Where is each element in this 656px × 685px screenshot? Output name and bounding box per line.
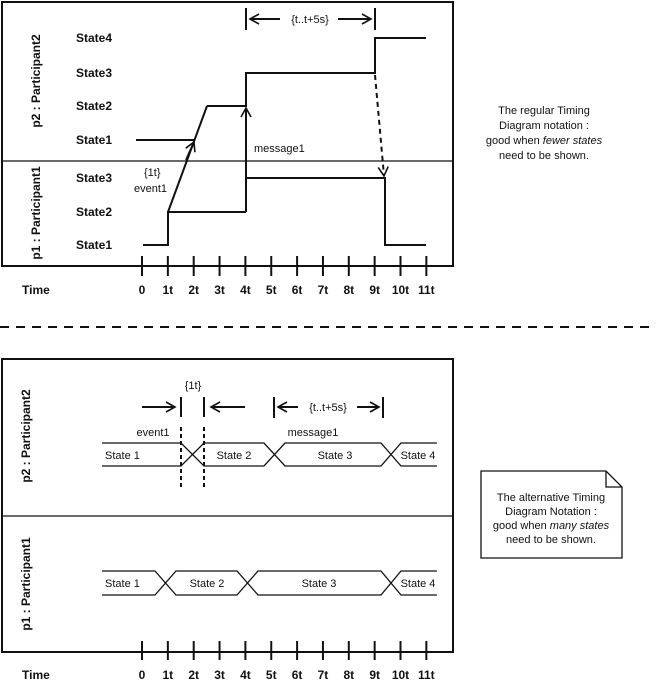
state-label: State1: [76, 238, 112, 252]
note-line: The regular Timing: [498, 105, 590, 117]
note-line: need to be shown.: [506, 534, 596, 546]
time-tick-label: 10t: [392, 668, 409, 682]
time-tick-label: 3t: [214, 283, 225, 297]
state-label: State3: [76, 66, 112, 80]
time-tick-label: 7t: [318, 283, 329, 297]
note-line: good when fewer states: [486, 135, 603, 147]
message1-label: message1: [288, 427, 339, 439]
state-label: State 2: [190, 578, 225, 590]
time-tick-label: 11t: [418, 283, 435, 297]
time-tick-label: 0: [139, 283, 146, 297]
time-tick-label: 6t: [292, 283, 303, 297]
time-tick-label: 6t: [292, 668, 303, 682]
frame: [1, 358, 454, 653]
note-line: need to be shown.: [499, 150, 589, 162]
time-tick-label: 9t: [369, 668, 380, 682]
participant2-label: p2 : Participant2: [19, 389, 33, 483]
p2-state-line: [207, 37, 426, 107]
state-label: State 4: [401, 578, 436, 590]
time-tick-label: 4t: [240, 283, 251, 297]
duration-constraint: {t..t+5s}: [309, 402, 347, 414]
note-line: Diagram Notation :: [505, 506, 597, 518]
state-label: State2: [76, 205, 112, 219]
p1-state-line: [143, 211, 246, 246]
time-tick-label: 5t: [266, 283, 277, 297]
state-label: State 3: [302, 578, 337, 590]
p1-state-lane: [102, 570, 437, 596]
state-label: State 4: [401, 450, 436, 462]
participant1-label: p1 : Participant1: [19, 537, 33, 631]
time-tick-label: 1t: [163, 668, 174, 682]
timing-diagrams: p2 : Participant2 p1 : Participant1 Stat…: [0, 1, 656, 682]
duration-constraint: {t..t+5s}: [291, 14, 329, 26]
message1-label: message1: [254, 143, 305, 155]
time-label: Time: [22, 283, 50, 297]
note-line: good when many states: [493, 520, 610, 532]
time-label: Time: [22, 668, 50, 682]
state-label: State1: [76, 133, 112, 147]
note-line: The alternative Timing: [497, 492, 605, 504]
time-tick-label: 3t: [214, 668, 225, 682]
note-regular: The regular Timing Diagram notation : go…: [486, 105, 603, 162]
time-tick-label: 5t: [266, 668, 277, 682]
time-tick-label: 2t: [188, 283, 199, 297]
participant2-label: p2 : Participant2: [29, 34, 43, 128]
time-axis: 0 1t 2t 3t 4t 5t 6t 7t 8t 9t 10t 11t: [139, 256, 435, 297]
event1-label: event1: [134, 183, 167, 195]
time-tick-label: 7t: [318, 668, 329, 682]
time-tick-label: 2t: [188, 668, 199, 682]
time-tick-label: 0: [139, 668, 146, 682]
alternative-timing-diagram: p2 : Participant2 p1 : Participant1 Stat…: [1, 358, 623, 682]
note-line: Diagram notation :: [499, 120, 589, 132]
event1-arrow: [185, 140, 196, 161]
state-label: State3: [76, 171, 112, 185]
time-tick-label: 10t: [392, 283, 409, 297]
event-constraint: {1t}: [185, 380, 202, 392]
state-label: State4: [76, 31, 112, 45]
event1-label: event1: [136, 427, 169, 439]
time-tick-label: 11t: [418, 668, 435, 682]
regular-timing-diagram: p2 : Participant2 p1 : Participant1 Stat…: [1, 1, 603, 297]
state-label: State 1: [105, 450, 140, 462]
time-tick-label: 8t: [343, 668, 354, 682]
state-label: State2: [76, 99, 112, 113]
event-constraint: {1t}: [144, 167, 161, 179]
state-label: State 2: [217, 450, 252, 462]
participant1-label: p1 : Participant1: [29, 166, 43, 260]
note-alternative: The alternative Timing Diagram Notation …: [480, 470, 623, 559]
time-tick-label: 9t: [369, 283, 380, 297]
time-tick-label: 8t: [343, 283, 354, 297]
time-tick-label: 1t: [163, 283, 174, 297]
time-tick-label: 4t: [240, 668, 251, 682]
state-label: State 3: [318, 450, 353, 462]
p1-state-line: [246, 177, 426, 246]
p2-state-lane: [102, 442, 437, 467]
state-label: State 1: [105, 578, 140, 590]
time-axis: 0 1t 2t 3t 4t 5t 6t 7t 8t 9t 10t 11t: [139, 641, 435, 682]
